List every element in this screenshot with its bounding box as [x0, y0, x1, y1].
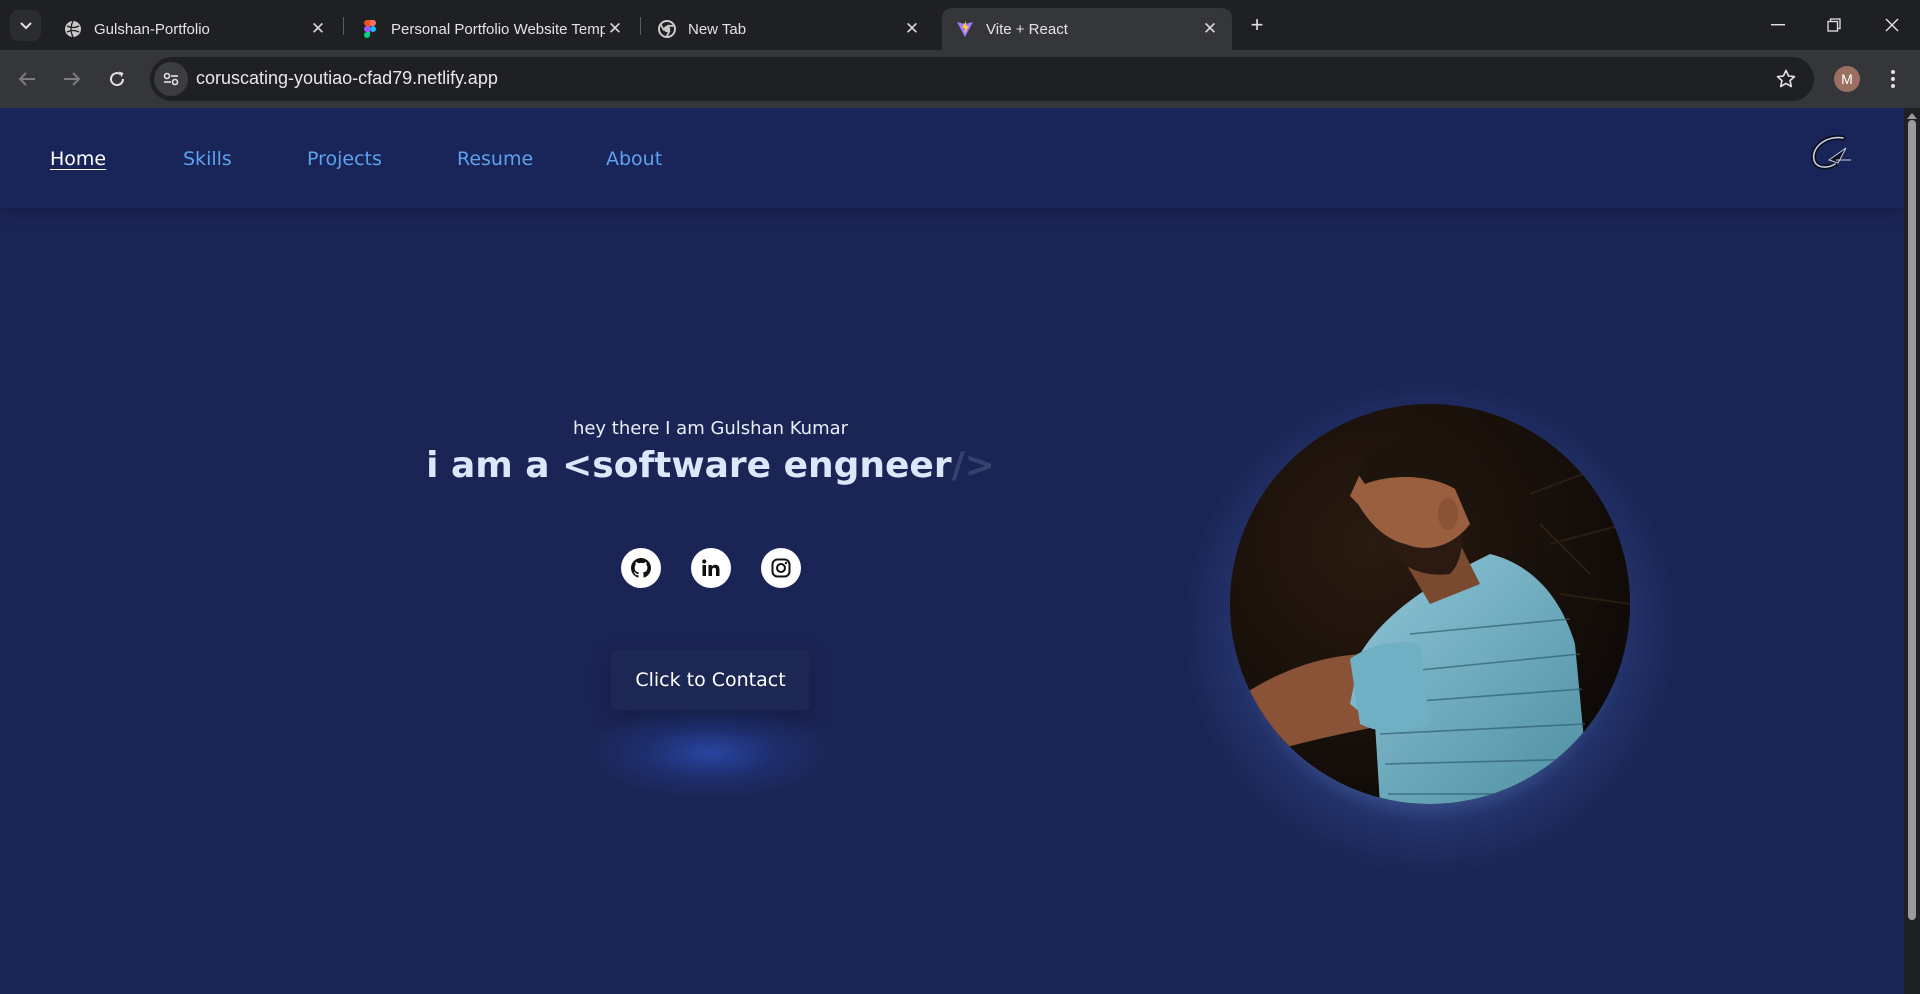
tab-title: Gulshan-Portfolio	[94, 20, 210, 38]
bookmark-button[interactable]	[1771, 64, 1801, 94]
linkedin-icon	[702, 559, 720, 576]
page-viewport: Home Skills Projects Resume About hey th…	[0, 108, 1904, 994]
github-link[interactable]	[621, 548, 661, 588]
url-text[interactable]: coruscating-youtiao-cfad79.netlify.app	[196, 68, 498, 89]
tab-figma-template[interactable]: Personal Portfolio Website Temp ✕	[347, 8, 637, 50]
nav-about[interactable]: About	[606, 148, 662, 170]
scrollbar-thumb[interactable]	[1908, 120, 1916, 920]
tune-icon	[163, 72, 179, 86]
tab-title: Personal Portfolio Website Temp	[391, 20, 605, 38]
browser-menu-button[interactable]	[1878, 64, 1908, 94]
close-tab-icon[interactable]: ✕	[308, 19, 328, 39]
reload-icon	[110, 71, 125, 87]
nav-home[interactable]: Home	[50, 148, 106, 170]
tab-separator	[640, 17, 641, 35]
nav-projects[interactable]: Projects	[307, 148, 382, 170]
profile-photo	[1230, 404, 1630, 804]
tab-search-button[interactable]	[10, 10, 41, 41]
close-window-button[interactable]	[1864, 0, 1920, 50]
arrow-left-icon	[18, 72, 35, 86]
back-button[interactable]	[11, 63, 43, 95]
vite-icon	[956, 20, 974, 38]
close-tab-icon[interactable]: ✕	[605, 19, 625, 39]
instagram-icon	[771, 558, 791, 578]
nav-resume[interactable]: Resume	[457, 148, 533, 170]
tab-separator	[343, 17, 344, 35]
tab-title: Vite + React	[986, 20, 1068, 38]
close-tab-icon[interactable]: ✕	[902, 19, 922, 39]
tab-vite-react[interactable]: Vite + React ✕	[942, 8, 1232, 50]
reload-button[interactable]	[101, 63, 133, 95]
instagram-link[interactable]	[761, 548, 801, 588]
star-icon	[1776, 69, 1796, 88]
tab-strip: Gulshan-Portfolio ✕ Personal Portfolio W…	[0, 0, 1920, 50]
profile-avatar[interactable]: M	[1834, 66, 1860, 92]
headline-cursor: />	[951, 445, 995, 486]
more-vertical-icon	[1891, 70, 1895, 88]
headline-prefix: i am a	[426, 445, 563, 486]
scroll-up-icon[interactable]	[1906, 110, 1918, 120]
figma-icon	[361, 20, 379, 38]
close-tab-icon[interactable]: ✕	[1200, 19, 1220, 39]
github-icon	[631, 558, 651, 578]
contact-button-glow	[590, 708, 830, 798]
close-icon	[1885, 18, 1899, 32]
profile-photo-illustration	[1230, 404, 1630, 804]
minimize-icon	[1771, 24, 1785, 26]
contact-button[interactable]: Click to Contact	[611, 650, 810, 710]
site-logo[interactable]	[1805, 133, 1855, 173]
headline-typed: <software engneer	[562, 445, 952, 486]
linkedin-link[interactable]	[691, 548, 731, 588]
hero-headline: i am a <software engneer/>	[0, 445, 1421, 486]
chevron-down-icon	[19, 21, 32, 29]
minimize-button[interactable]	[1750, 0, 1806, 50]
tab-gulshan-portfolio[interactable]: Gulshan-Portfolio ✕	[50, 8, 340, 50]
site-info-button[interactable]	[154, 62, 188, 96]
tab-new-tab[interactable]: New Tab ✕	[644, 8, 934, 50]
nav-skills[interactable]: Skills	[183, 148, 232, 170]
chrome-icon	[658, 20, 676, 38]
restore-button[interactable]	[1806, 0, 1862, 50]
forward-button[interactable]	[56, 63, 88, 95]
globe-icon	[64, 20, 82, 38]
restore-icon	[1827, 18, 1841, 32]
new-tab-button[interactable]: +	[1244, 12, 1270, 38]
hero-greeting: hey there I am Gulshan Kumar	[572, 418, 849, 439]
tab-title: New Tab	[688, 20, 747, 38]
site-navbar: Home Skills Projects Resume About	[0, 108, 1904, 208]
arrow-right-icon	[64, 72, 81, 86]
